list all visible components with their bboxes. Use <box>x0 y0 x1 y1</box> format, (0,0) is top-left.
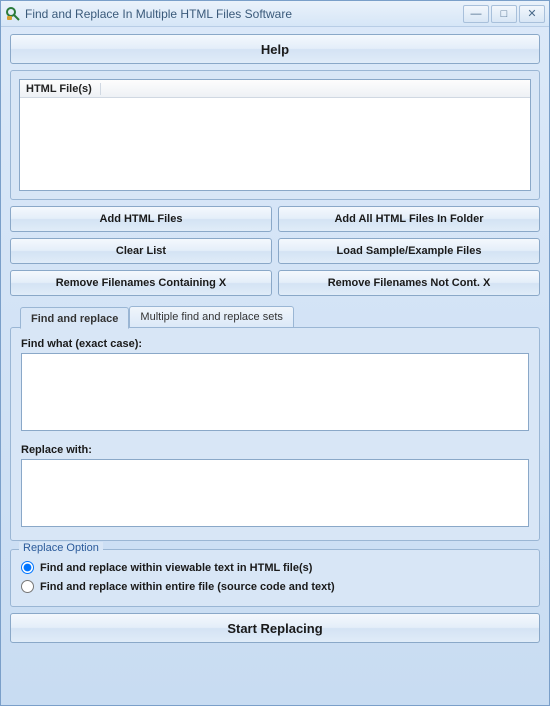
button-row-3: Remove Filenames Containing X Remove Fil… <box>10 270 540 296</box>
button-row-2: Clear List Load Sample/Example Files <box>10 238 540 264</box>
find-what-label: Find what (exact case): <box>21 338 529 350</box>
start-replacing-button[interactable]: Start Replacing <box>10 613 540 643</box>
file-list-header: HTML File(s) <box>20 80 530 98</box>
tab-panel-find-replace: Find what (exact case): Replace with: <box>10 327 540 541</box>
remove-not-containing-button[interactable]: Remove Filenames Not Cont. X <box>278 270 540 296</box>
maximize-button[interactable]: □ <box>491 5 517 23</box>
radio-entire-label[interactable]: Find and replace within entire file (sou… <box>40 581 335 593</box>
help-button[interactable]: Help <box>10 34 540 64</box>
load-sample-button[interactable]: Load Sample/Example Files <box>278 238 540 264</box>
tab-multiple-sets[interactable]: Multiple find and replace sets <box>129 306 293 327</box>
app-icon <box>5 6 21 22</box>
radio-viewable-label[interactable]: Find and replace within viewable text in… <box>40 562 312 574</box>
radio-row-entire: Find and replace within entire file (sou… <box>21 577 529 596</box>
titlebar: Find and Replace In Multiple HTML Files … <box>1 1 549 27</box>
tab-find-replace[interactable]: Find and replace <box>20 307 129 329</box>
replace-option-fieldset: Replace Option Find and replace within v… <box>10 549 540 607</box>
tabs-header: Find and replace Multiple find and repla… <box>20 306 540 327</box>
file-list-column-header[interactable]: HTML File(s) <box>26 83 101 95</box>
close-button[interactable]: ✕ <box>519 5 545 23</box>
tabs-container: Find and replace Multiple find and repla… <box>10 306 540 541</box>
add-html-files-button[interactable]: Add HTML Files <box>10 206 272 232</box>
add-all-in-folder-button[interactable]: Add All HTML Files In Folder <box>278 206 540 232</box>
app-window: Find and Replace In Multiple HTML Files … <box>0 0 550 706</box>
replace-with-input[interactable] <box>21 459 529 527</box>
radio-viewable-text[interactable] <box>21 561 34 574</box>
content-area: Help HTML File(s) Add HTML Files Add All… <box>1 27 549 705</box>
window-title: Find and Replace In Multiple HTML Files … <box>25 7 461 21</box>
radio-row-viewable: Find and replace within viewable text in… <box>21 558 529 577</box>
clear-list-button[interactable]: Clear List <box>10 238 272 264</box>
file-list[interactable]: HTML File(s) <box>19 79 531 191</box>
replace-with-label: Replace with: <box>21 444 529 456</box>
remove-containing-button[interactable]: Remove Filenames Containing X <box>10 270 272 296</box>
radio-entire-file[interactable] <box>21 580 34 593</box>
replace-option-legend: Replace Option <box>19 542 103 554</box>
button-row-1: Add HTML Files Add All HTML Files In Fol… <box>10 206 540 232</box>
file-list-panel: HTML File(s) <box>10 70 540 200</box>
find-what-input[interactable] <box>21 353 529 431</box>
minimize-button[interactable]: — <box>463 5 489 23</box>
